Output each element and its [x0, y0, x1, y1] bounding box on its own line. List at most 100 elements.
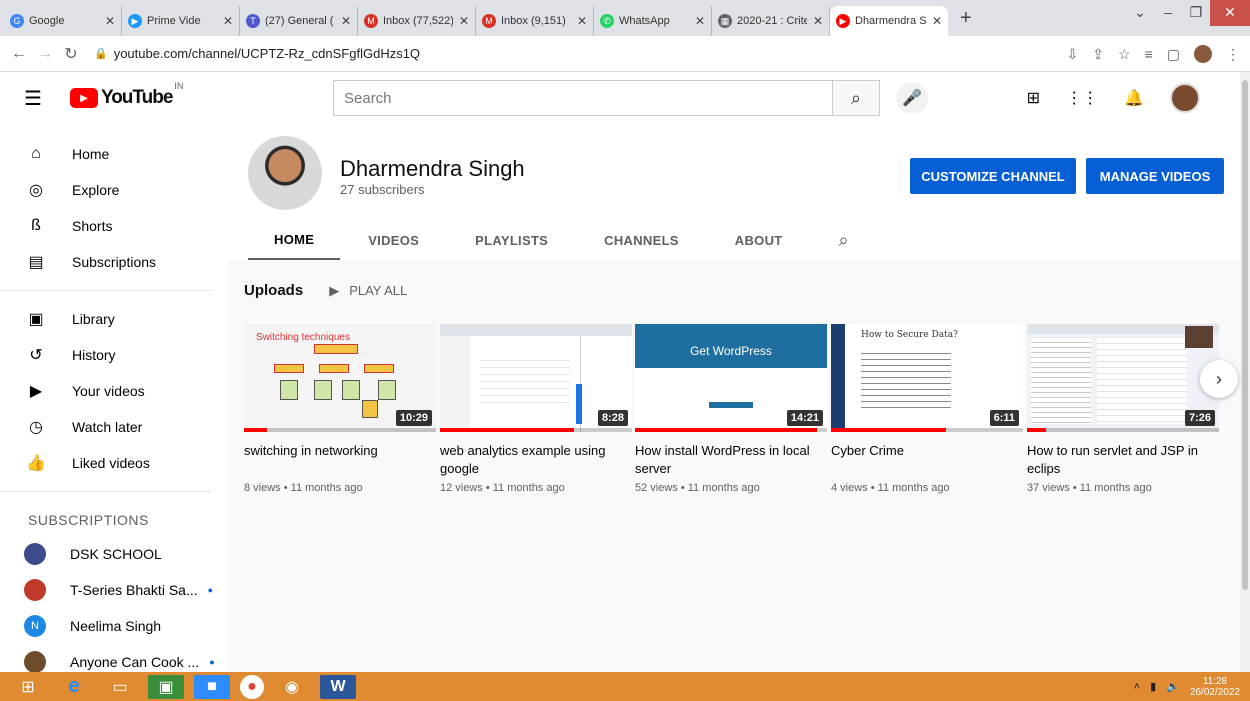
- tab-close-icon[interactable]: ✕: [577, 14, 587, 28]
- side-panel-icon[interactable]: ▢: [1167, 46, 1180, 63]
- tab-search-icon[interactable]: ⌄: [1126, 0, 1154, 26]
- minimize-button[interactable]: –: [1154, 0, 1182, 26]
- video-card[interactable]: 8:28 web analytics example using google …: [440, 324, 632, 494]
- internet-explorer-icon[interactable]: e: [56, 675, 92, 699]
- video-thumbnail[interactable]: 7:26: [1027, 324, 1219, 432]
- tab-close-icon[interactable]: ✕: [459, 14, 469, 28]
- video-thumbnail[interactable]: Switching techniques 10:29: [244, 324, 436, 432]
- play-all-button[interactable]: ▶ PLAY ALL: [329, 283, 407, 299]
- reload-icon[interactable]: ↻: [60, 44, 82, 64]
- tab-close-icon[interactable]: ✕: [341, 14, 351, 28]
- browser-tab[interactable]: ▶ Prime Vide ✕: [122, 6, 240, 36]
- close-window-button[interactable]: ✕: [1210, 0, 1250, 26]
- next-arrow-button[interactable]: ›: [1200, 360, 1238, 398]
- channel-tab-videos[interactable]: VIDEOS: [340, 220, 447, 260]
- tab-close-icon[interactable]: ✕: [105, 14, 115, 28]
- page-scrollbar[interactable]: [1240, 72, 1250, 672]
- browser-tab[interactable]: M Inbox (9,151) ✕: [476, 6, 594, 36]
- system-clock[interactable]: 11:28 26/02/2022: [1190, 676, 1240, 698]
- word-icon[interactable]: W: [320, 674, 356, 699]
- video-card[interactable]: 7:26 How to run servlet and JSP in eclip…: [1027, 324, 1219, 494]
- video-title[interactable]: switching in networking: [244, 442, 436, 478]
- browser-tab[interactable]: G Google ✕: [4, 6, 122, 36]
- video-card[interactable]: Get WordPress 14:21 How install WordPres…: [635, 324, 827, 494]
- menu-icon[interactable]: ☰: [24, 86, 42, 111]
- uploads-heading[interactable]: Uploads: [244, 282, 303, 299]
- video-card[interactable]: Switching techniques 10:29 switching in …: [244, 324, 436, 494]
- sidebar-item-liked-videos[interactable]: 👍 Liked videos: [0, 445, 228, 481]
- sidebar-item-history[interactable]: ↺ History: [0, 337, 228, 373]
- account-avatar[interactable]: [1170, 83, 1200, 113]
- voice-search-button[interactable]: 🎤: [896, 82, 928, 114]
- create-video-icon[interactable]: ⊞: [1027, 88, 1040, 108]
- store-icon[interactable]: ▣: [148, 674, 184, 699]
- chrome-icon[interactable]: ●: [240, 674, 264, 699]
- sidebar-item-your-videos[interactable]: ▶ Your videos: [0, 373, 228, 409]
- tab-close-icon[interactable]: ✕: [813, 14, 823, 28]
- subscription-item[interactable]: DSK SCHOOL: [0, 536, 228, 572]
- file-explorer-icon[interactable]: ▭: [102, 675, 138, 699]
- subscription-avatar: [24, 579, 46, 601]
- youtube-logo[interactable]: ▶ YouTube IN: [69, 81, 183, 109]
- browser-tab[interactable]: M Inbox (77,522) ✕: [358, 6, 476, 36]
- sidebar-item-library[interactable]: ▣ Library: [0, 301, 228, 337]
- customize-channel-button[interactable]: CUSTOMIZE CHANNEL: [910, 158, 1076, 194]
- tab-title: Prime Vide: [147, 15, 201, 27]
- zoom-icon[interactable]: ■: [194, 674, 230, 699]
- search-input[interactable]: Search: [333, 80, 833, 116]
- windows-start-icon[interactable]: ⊞: [10, 675, 46, 699]
- video-card[interactable]: How to Secure Data? 6:11 Cyber Crime 4 v…: [831, 324, 1023, 494]
- apps-grid-icon[interactable]: ⋮⋮: [1066, 88, 1098, 108]
- sidebar-item-shorts[interactable]: ß Shorts: [0, 208, 228, 244]
- url-field[interactable]: 🔒 youtube.com/channel/UCPTZ-Rz_cdnSFgflG…: [94, 46, 420, 61]
- video-duration: 8:28: [597, 410, 628, 426]
- install-icon[interactable]: ⇩: [1067, 46, 1079, 63]
- tab-close-icon[interactable]: ✕: [932, 14, 942, 28]
- tab-close-icon[interactable]: ✕: [695, 14, 705, 28]
- back-icon[interactable]: ←: [8, 45, 30, 63]
- tab-close-icon[interactable]: ✕: [223, 14, 233, 28]
- video-title[interactable]: Cyber Crime: [831, 442, 1023, 478]
- browser-tab[interactable]: ✆ WhatsApp ✕: [594, 6, 712, 36]
- share-icon[interactable]: ⇪: [1092, 46, 1104, 63]
- subscription-item[interactable]: Anyone Can Cook ... ●: [0, 644, 228, 672]
- tray-expand-icon[interactable]: ˄: [1134, 681, 1140, 693]
- video-thumbnail[interactable]: 8:28: [440, 324, 632, 432]
- new-tab-button[interactable]: +: [960, 7, 972, 30]
- subscriptions-heading: SUBSCRIPTIONS: [28, 512, 149, 528]
- search-button[interactable]: ⌕: [832, 80, 880, 116]
- youtube-header: ☰ ▶ YouTube IN Search ⌕ 🎤 ⊞ ⋮⋮ 🔔: [0, 72, 1240, 124]
- maximize-button[interactable]: ❐: [1182, 0, 1210, 26]
- browser-tab[interactable]: ▦ 2020-21 : Crite ✕: [712, 6, 830, 36]
- notifications-bell-icon[interactable]: 🔔: [1124, 88, 1144, 108]
- channel-tab-about[interactable]: ABOUT: [707, 220, 811, 260]
- subscription-item[interactable]: T-Series Bhakti Sa... ●: [0, 572, 228, 608]
- channel-tab-channels[interactable]: CHANNELS: [576, 220, 707, 260]
- sidebar-item-home[interactable]: ⌂ Home: [0, 136, 228, 172]
- bookmark-star-icon[interactable]: ☆: [1118, 46, 1131, 63]
- forward-icon[interactable]: →: [34, 45, 56, 63]
- volume-icon[interactable]: 🔈: [1166, 680, 1180, 693]
- channel-search-icon[interactable]: ⌕: [811, 220, 877, 260]
- media-player-icon[interactable]: ◉: [274, 675, 310, 699]
- watch-progress-bar: [440, 428, 632, 432]
- video-meta: 52 views • 11 months ago: [635, 482, 760, 494]
- sidebar-item-watch-later[interactable]: ◷ Watch later: [0, 409, 228, 445]
- profile-avatar[interactable]: [1194, 45, 1212, 63]
- browser-tab[interactable]: ▶ Dharmendra S ✕: [830, 6, 948, 36]
- network-icon[interactable]: ▮: [1150, 680, 1156, 693]
- video-thumbnail[interactable]: Get WordPress 14:21: [635, 324, 827, 432]
- video-title[interactable]: How to run servlet and JSP in eclips: [1027, 442, 1219, 478]
- sidebar-item-subscriptions[interactable]: ▤ Subscriptions: [0, 244, 228, 280]
- manage-videos-button[interactable]: MANAGE VIDEOS: [1086, 158, 1224, 194]
- browser-tab[interactable]: T (27) General (✕: [240, 6, 358, 36]
- channel-tab-home[interactable]: HOME: [248, 220, 341, 260]
- video-title[interactable]: How install WordPress in local server: [635, 442, 827, 478]
- more-menu-icon[interactable]: ⋮: [1226, 46, 1240, 63]
- video-thumbnail[interactable]: How to Secure Data? 6:11: [831, 324, 1023, 432]
- sidebar-item-explore[interactable]: ◎ Explore: [0, 172, 228, 208]
- channel-tab-playlists[interactable]: PLAYLISTS: [447, 220, 576, 260]
- video-title[interactable]: web analytics example using google: [440, 442, 632, 478]
- subscription-item[interactable]: N Neelima Singh: [0, 608, 228, 644]
- reading-list-icon[interactable]: ≡: [1145, 46, 1153, 62]
